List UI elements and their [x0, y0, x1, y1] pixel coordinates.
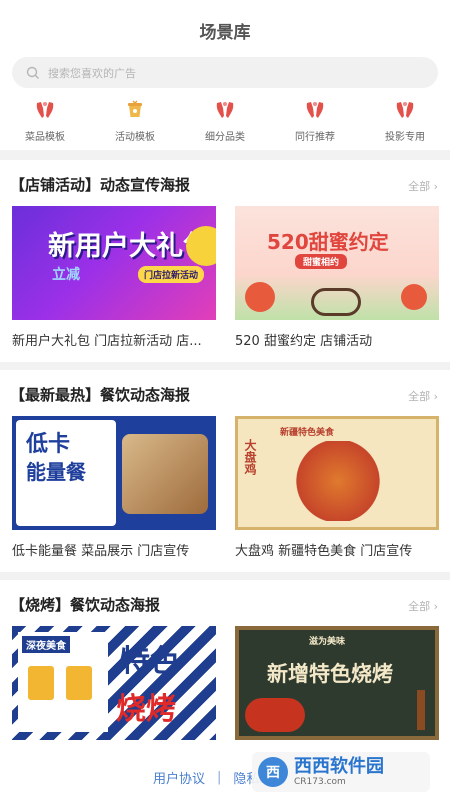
poster-thumbnail: 深夜美食 特色 烧烤 — [12, 626, 216, 740]
category-row: 菜品模板 活动模板 细分品类 同行推荐 投影专用 — [0, 98, 450, 143]
hands-icon — [36, 102, 54, 118]
poster-headline: 新疆特色美食 — [280, 428, 335, 438]
search-placeholder: 搜索您喜欢的广告 — [48, 66, 136, 80]
chevron-right-icon: › — [433, 180, 438, 193]
poster-headline: 520甜蜜约定 — [267, 230, 389, 254]
user-agreement-link[interactable]: 用户协议 — [153, 768, 205, 787]
category-label: 菜品模板 — [25, 132, 65, 143]
category-label: 活动模板 — [115, 132, 155, 143]
poster-subtext: 能量餐 — [26, 460, 86, 484]
flower-decoration — [401, 284, 427, 310]
poster-card[interactable]: 新用户大礼包 立减 门店拉新活动 新用户大礼包 门店拉新活动 店... — [12, 206, 216, 349]
poster-thumbnail: 520甜蜜约定 甜蜜相约 — [235, 206, 439, 320]
view-all-link[interactable]: 全部 › — [408, 388, 438, 404]
food-image — [122, 434, 208, 514]
poster-thumbnail: 滋为美味 新增特色烧烤 — [235, 626, 439, 740]
top-header: 场景库 搜索您喜欢的广告 菜品模板 活动模板 细分品类 同行推荐 投影专用 — [0, 0, 450, 150]
watermark-name: 西西软件园 — [294, 755, 384, 777]
poster-headline: 低卡 — [26, 432, 71, 457]
poster-thumbnail: 新疆特色美食 大盘鸡 — [235, 416, 439, 530]
section-store-activity: 【店铺活动】动态宣传海报 全部 › 新用户大礼包 立减 门店拉新活动 新用户大礼… — [0, 160, 450, 362]
hands-icon — [396, 102, 414, 118]
poster-caption: 大盘鸡 新疆特色美食 门店宣传 — [235, 544, 413, 559]
poster-headline: 新增特色烧烤 — [267, 662, 393, 686]
poster-subtext: 立减 — [52, 267, 80, 283]
poster-caption: 低卡能量餐 菜品展示 门店宣传 — [12, 544, 190, 559]
search-bar[interactable]: 搜索您喜欢的广告 — [12, 57, 438, 88]
view-all-label: 全部 — [408, 390, 431, 403]
hands-icon — [216, 102, 234, 118]
view-all-link[interactable]: 全部 › — [408, 178, 438, 194]
skewer-icon — [417, 690, 425, 730]
poster-caption: 520 甜蜜约定 店铺活动 — [235, 334, 373, 349]
hands-icon — [306, 102, 324, 118]
category-label: 同行推荐 — [295, 132, 335, 143]
category-activity-template[interactable]: 活动模板 — [95, 98, 175, 143]
watermark-url: CR173.com — [294, 776, 346, 787]
watermark: 西 西西软件园 CR173.com — [252, 752, 430, 792]
flower-decoration — [245, 282, 275, 312]
search-icon — [26, 66, 39, 79]
poster-card[interactable]: 滋为美味 新增特色烧烤 — [235, 626, 439, 740]
poster-subtext: 甜蜜相约 — [295, 254, 348, 269]
poster-card[interactable]: 深夜美食 特色 烧烤 — [12, 626, 216, 740]
poster-card[interactable]: 520甜蜜约定 甜蜜相约 520 甜蜜约定 店铺活动 — [235, 206, 439, 349]
footer-separator: | — [217, 770, 222, 785]
category-subcategory[interactable]: 细分品类 — [185, 98, 265, 143]
view-all-label: 全部 — [408, 180, 431, 193]
poster-card[interactable]: 低卡 能量餐 低卡能量餐 菜品展示 门店宣传 — [12, 416, 216, 559]
poster-subtext: 烧烤 — [116, 692, 176, 727]
food-image — [282, 441, 394, 521]
chevron-right-icon: › — [433, 600, 438, 613]
chevron-right-icon: › — [433, 390, 438, 403]
beer-icon — [28, 666, 54, 700]
cup-icon — [128, 100, 142, 117]
section-title: 【烧烤】餐饮动态海报 — [10, 596, 161, 614]
poster-thumbnail: 新用户大礼包 立减 门店拉新活动 — [12, 206, 216, 320]
section-title: 【店铺活动】动态宣传海报 — [10, 176, 191, 194]
category-label: 细分品类 — [205, 132, 245, 143]
page-title: 场景库 — [199, 23, 251, 43]
category-projection[interactable]: 投影专用 — [365, 98, 445, 143]
poster-thumbnail: 低卡 能量餐 — [12, 416, 216, 530]
category-label: 投影专用 — [385, 132, 425, 143]
category-peer-recommend[interactable]: 同行推荐 — [275, 98, 355, 143]
section-latest-hot: 【最新最热】餐饮动态海报 全部 › 低卡 能量餐 低卡能量餐 菜品展示 门店宣传… — [0, 370, 450, 572]
view-all-label: 全部 — [408, 600, 431, 613]
poster-badge: 门店拉新活动 — [138, 266, 205, 283]
watermark-logo: 西 — [258, 757, 288, 787]
poster-headline: 特色 — [120, 644, 180, 679]
poster-card[interactable]: 新疆特色美食 大盘鸡 大盘鸡 新疆特色美食 门店宣传 — [235, 416, 439, 559]
bicycle-icon — [311, 288, 361, 316]
category-dish-template[interactable]: 菜品模板 — [5, 98, 85, 143]
poster-subtext: 滋为美味 — [309, 637, 346, 647]
poster-subtext: 大盘鸡 — [243, 439, 257, 475]
poster-caption: 新用户大礼包 门店拉新活动 店... — [12, 334, 202, 349]
section-title: 【最新最热】餐饮动态海报 — [10, 386, 191, 404]
poster-badge: 深夜美食 — [22, 636, 70, 653]
beer-icon — [66, 666, 92, 700]
view-all-link[interactable]: 全部 › — [408, 598, 438, 614]
food-image — [245, 698, 305, 732]
